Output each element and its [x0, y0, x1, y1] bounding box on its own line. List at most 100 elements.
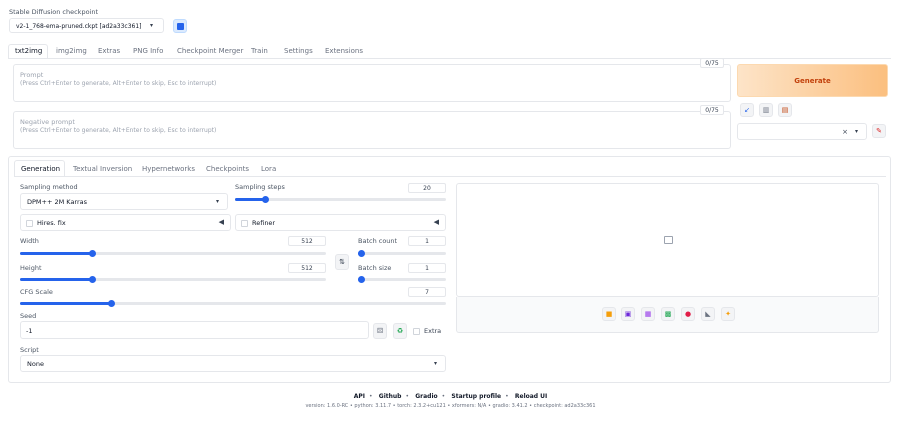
tab-checkpoint-merger[interactable]: Checkpoint Merger	[177, 47, 243, 55]
apply-styles-button[interactable]: ▤	[778, 103, 792, 117]
script-dropdown[interactable]: None ▾	[20, 355, 446, 372]
tab-extras[interactable]: Extras	[98, 47, 120, 55]
save-icon: ▣	[624, 310, 632, 318]
chevron-down-icon: ▾	[149, 22, 153, 29]
checkpoint-label: Stable Diffusion checkpoint	[9, 8, 99, 16]
height-input[interactable]: 512	[288, 263, 326, 273]
sampling-steps-label: Sampling steps	[235, 183, 285, 191]
footer-link-github[interactable]: Github	[379, 393, 402, 400]
swap-icon: ⇅	[339, 258, 345, 266]
palette-icon: ●	[684, 310, 692, 318]
tab-extensions[interactable]: Extensions	[325, 47, 363, 55]
send-to-img2img-button[interactable]: ▩	[661, 307, 675, 321]
sampling-steps-slider[interactable]	[235, 196, 446, 203]
cfg-scale-input[interactable]: 7	[408, 287, 446, 297]
batch-size-label: Batch size	[358, 264, 392, 272]
styles-dropdown[interactable]: × ▾	[737, 123, 867, 140]
width-input[interactable]: 512	[288, 236, 326, 246]
extra-seed-checkbox[interactable]	[413, 328, 420, 335]
triangle-ruler-icon: ◣	[705, 310, 711, 318]
width-label: Width	[20, 237, 39, 245]
top-tab-bar: txt2img img2img Extras PNG Info Checkpoi…	[8, 44, 891, 59]
cfg-scale-slider[interactable]	[20, 300, 446, 307]
send-to-extras-button[interactable]: ◣	[701, 307, 715, 321]
arrow-icon: ↙	[744, 106, 750, 114]
footer-link-gradio[interactable]: Gradio	[415, 393, 437, 400]
footer-link-startup-profile[interactable]: Startup profile	[451, 393, 501, 400]
refresh-icon	[176, 22, 184, 30]
refresh-checkpoint-button[interactable]	[173, 19, 187, 33]
save-button[interactable]: ▣	[621, 307, 635, 321]
tab-divider	[8, 58, 891, 59]
subtab-checkpoints[interactable]: Checkpoints	[206, 165, 249, 173]
pencil-icon: ✎	[876, 127, 882, 135]
swap-dimensions-button[interactable]: ⇅	[335, 254, 349, 270]
folder-icon: ■	[605, 310, 613, 318]
generate-label: Generate	[794, 76, 831, 85]
batch-count-slider[interactable]	[358, 250, 446, 257]
sparkle-icon: ✦	[725, 310, 731, 318]
tab-txt2img[interactable]: txt2img	[15, 47, 42, 55]
generate-forever-button[interactable]: ✦	[721, 307, 735, 321]
send-to-inpaint-button[interactable]: ●	[681, 307, 695, 321]
zip-icon: ▦	[644, 310, 652, 318]
width-slider[interactable]	[20, 250, 326, 257]
prompt-textarea[interactable]: Prompt (Press Ctrl+Enter to generate, Al…	[13, 64, 731, 102]
footer-version: version: 1.6.0-RC • python: 3.11.7 • tor…	[305, 403, 596, 409]
trash-icon: ▥	[762, 106, 770, 114]
batch-size-slider[interactable]	[358, 276, 446, 283]
negative-prompt-label: Negative prompt	[20, 118, 75, 126]
hires-fix-checkbox[interactable]	[26, 220, 33, 227]
zip-button[interactable]: ▦	[641, 307, 655, 321]
tab-settings[interactable]: Settings	[284, 47, 313, 55]
dice-icon: ⚄	[376, 327, 384, 335]
recycle-icon: ♻	[396, 327, 404, 335]
clear-icon[interactable]: ×	[842, 128, 848, 136]
image-placeholder-icon	[664, 236, 673, 244]
tab-train[interactable]: Train	[251, 47, 268, 55]
sampling-steps-input[interactable]: 20	[408, 183, 446, 193]
footer-link-api[interactable]: API	[354, 393, 365, 400]
chevron-down-icon: ▾	[433, 360, 437, 367]
clear-prompt-button[interactable]: ▥	[759, 103, 773, 117]
prompt-label: Prompt	[20, 71, 44, 79]
collapse-arrow-icon: ◀	[433, 218, 439, 226]
script-value: None	[27, 360, 44, 368]
hires-fix-accordion[interactable]: Hires. fix ◀	[20, 214, 231, 231]
output-gallery	[456, 183, 879, 297]
tab-png-info[interactable]: PNG Info	[133, 47, 163, 55]
subtab-generation[interactable]: Generation	[21, 165, 60, 173]
seed-value: -1	[26, 327, 33, 335]
subtab-textual-inversion[interactable]: Textual Inversion	[73, 165, 132, 173]
negative-prompt-textarea[interactable]: Negative prompt (Press Ctrl+Enter to gen…	[13, 111, 731, 149]
subtab-hypernetworks[interactable]: Hypernetworks	[142, 165, 195, 173]
read-params-button[interactable]: ↙	[740, 103, 754, 117]
random-seed-button[interactable]: ⚄	[373, 323, 387, 339]
footer-link-reload-ui[interactable]: Reload UI	[515, 393, 547, 400]
batch-count-input[interactable]: 1	[408, 236, 446, 246]
height-label: Height	[20, 264, 42, 272]
clipboard-icon: ▤	[781, 106, 789, 114]
checkpoint-dropdown[interactable]: v2-1_768-ema-pruned.ckpt [ad2a33c361] ▾	[9, 18, 164, 33]
tab-img2img[interactable]: img2img	[56, 47, 87, 55]
sampling-method-value: DPM++ 2M Karras	[27, 198, 88, 206]
extra-seed-label: Extra	[424, 327, 442, 335]
open-folder-button[interactable]: ■	[602, 307, 616, 321]
prompt-token-counter: 0/75	[700, 58, 724, 68]
batch-size-input[interactable]: 1	[408, 263, 446, 273]
subtab-lora[interactable]: Lora	[261, 165, 276, 173]
prompt-placeholder: (Press Ctrl+Enter to generate, Alt+Enter…	[20, 80, 217, 87]
collapse-arrow-icon: ◀	[218, 218, 224, 226]
sampling-method-dropdown[interactable]: DPM++ 2M Karras ▾	[20, 193, 228, 210]
reuse-seed-button[interactable]: ♻	[393, 323, 407, 339]
checkpoint-value: v2-1_768-ema-pruned.ckpt [ad2a33c361]	[16, 23, 142, 30]
height-slider[interactable]	[20, 276, 326, 283]
picture-icon: ▩	[664, 310, 672, 318]
refiner-accordion[interactable]: Refiner ◀	[235, 214, 446, 231]
refiner-checkbox[interactable]	[241, 220, 248, 227]
edit-styles-button[interactable]: ✎	[872, 124, 886, 138]
negative-prompt-placeholder: (Press Ctrl+Enter to generate, Alt+Enter…	[20, 127, 217, 134]
chevron-down-icon: ▾	[215, 198, 219, 205]
seed-input[interactable]: -1	[20, 321, 369, 339]
generate-button[interactable]: Generate	[737, 64, 888, 97]
